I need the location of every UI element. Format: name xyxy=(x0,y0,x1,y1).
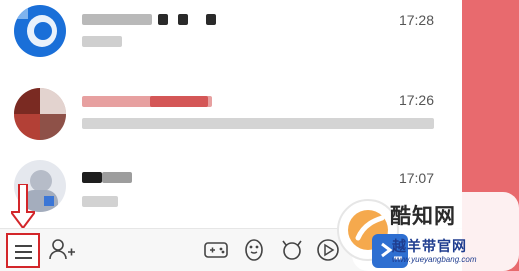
chat-item[interactable]: 17:26 xyxy=(0,78,462,154)
chat-preview-obscured xyxy=(82,196,118,207)
qq-chat-window: 17:28 17:26 17:07 酷知网 越羊带官网 www.yueyangb… xyxy=(0,0,519,271)
pet-icon[interactable] xyxy=(278,237,306,263)
add-contact-icon[interactable] xyxy=(48,237,76,263)
menu-icon xyxy=(15,257,32,259)
game-icon[interactable] xyxy=(202,237,230,263)
penguin-icon[interactable] xyxy=(240,237,268,263)
avatar xyxy=(14,88,66,140)
menu-icon xyxy=(15,251,32,253)
menu-button[interactable] xyxy=(6,233,40,268)
chat-name-obscured xyxy=(158,14,168,25)
watermark-text: 越羊带官网 xyxy=(392,238,467,254)
chat-item[interactable]: 17:28 xyxy=(0,0,462,76)
chat-name-obscured xyxy=(82,14,152,25)
chat-name-obscured xyxy=(82,172,102,183)
chat-time: 17:26 xyxy=(398,92,434,108)
avatar xyxy=(14,5,66,57)
red-down-arrow-annotation xyxy=(11,184,35,228)
chat-time: 17:28 xyxy=(398,12,434,28)
chat-name-obscured xyxy=(178,14,188,25)
menu-icon xyxy=(15,245,32,247)
chat-name-obscured xyxy=(206,14,216,25)
chat-name-obscured xyxy=(150,96,208,107)
chat-name-obscured xyxy=(102,172,132,183)
chat-preview-obscured xyxy=(82,36,122,47)
chat-preview-obscured xyxy=(82,118,434,129)
watermark-text: 酷知网 xyxy=(390,205,456,228)
watermark-url: www.yueyangbang.com xyxy=(392,255,477,264)
chat-time: 17:07 xyxy=(398,170,434,186)
